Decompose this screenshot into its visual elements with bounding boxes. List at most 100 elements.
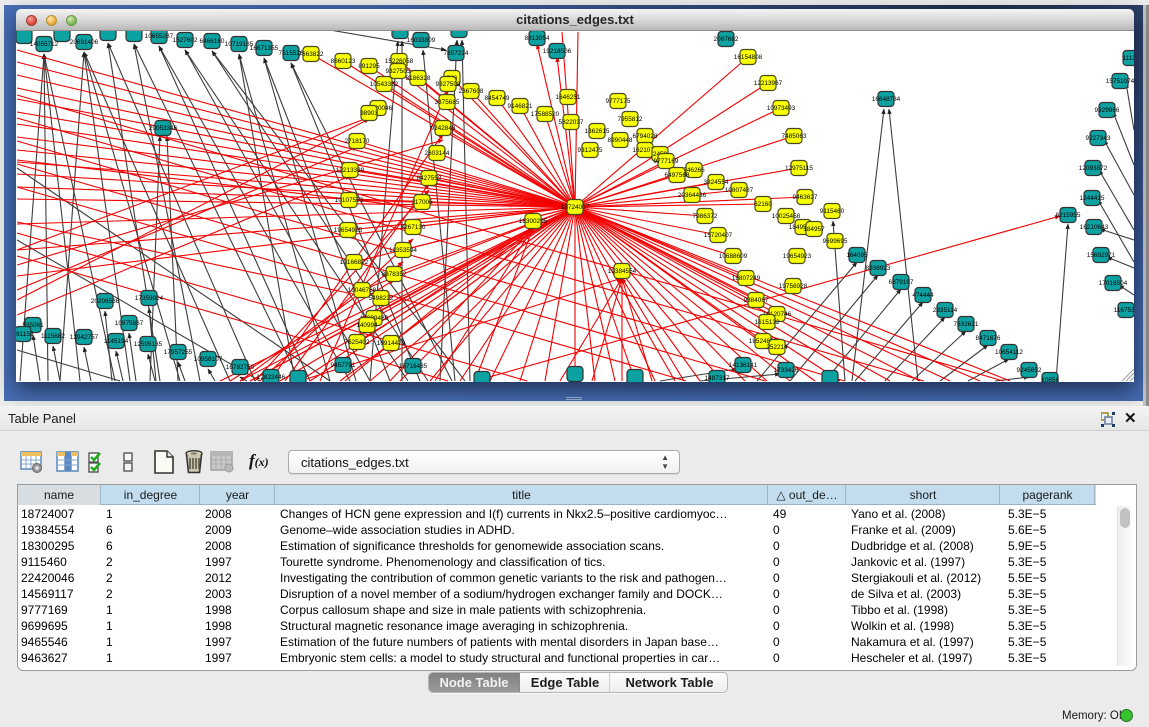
svg-text:7663822: 7663822 bbox=[299, 51, 324, 58]
svg-text:2603144: 2603144 bbox=[425, 150, 450, 157]
svg-text:20691406: 20691406 bbox=[70, 39, 99, 46]
svg-text:1615132: 1615132 bbox=[755, 319, 780, 326]
svg-text:8471676: 8471676 bbox=[976, 335, 1001, 342]
svg-text:7857224: 7857224 bbox=[444, 50, 469, 57]
svg-text:8660123: 8660123 bbox=[331, 58, 356, 65]
svg-text:16210643: 16210643 bbox=[1080, 224, 1109, 231]
svg-text:1145194: 1145194 bbox=[104, 338, 129, 345]
svg-text:19654923: 19654923 bbox=[783, 253, 812, 260]
svg-text:16033809: 16033809 bbox=[407, 37, 436, 44]
svg-text:6879197: 6879197 bbox=[889, 279, 914, 286]
svg-text:9777169: 9777169 bbox=[654, 158, 679, 165]
svg-text:10807487: 10807487 bbox=[725, 187, 754, 194]
svg-text:16648784: 16648784 bbox=[872, 96, 901, 103]
svg-text:8990448: 8990448 bbox=[608, 137, 633, 144]
svg-text:19384554: 19384554 bbox=[608, 268, 637, 275]
svg-text:8878352: 8878352 bbox=[382, 271, 407, 278]
svg-text:9115460: 9115460 bbox=[820, 208, 845, 215]
svg-text:1527602: 1527602 bbox=[173, 37, 198, 44]
svg-text:98903: 98903 bbox=[360, 110, 378, 117]
svg-text:17588520: 17588520 bbox=[531, 111, 560, 118]
svg-text:20364436: 20364436 bbox=[678, 192, 707, 199]
svg-text:62160: 62160 bbox=[754, 201, 772, 208]
svg-text:15720407: 15720407 bbox=[704, 232, 733, 239]
svg-text:474444: 474444 bbox=[912, 292, 934, 299]
svg-text:12942757: 12942757 bbox=[70, 334, 99, 341]
svg-text:2087682: 2087682 bbox=[714, 36, 739, 43]
svg-text:9327505: 9327505 bbox=[386, 68, 411, 75]
svg-text:164095: 164095 bbox=[846, 252, 868, 259]
svg-text:19218506: 19218506 bbox=[543, 48, 572, 55]
svg-text:8215955: 8215955 bbox=[1056, 212, 1081, 219]
svg-text:9242848: 9242848 bbox=[431, 125, 456, 132]
svg-text:7632621: 7632621 bbox=[954, 321, 979, 328]
svg-text:10543382: 10543382 bbox=[370, 81, 399, 88]
svg-text:7986372: 7986372 bbox=[693, 213, 718, 220]
svg-text:252214: 252214 bbox=[766, 344, 788, 351]
svg-text:9699695: 9699695 bbox=[823, 238, 848, 245]
svg-text:12975115: 12975115 bbox=[785, 165, 813, 172]
svg-text:184957: 184957 bbox=[803, 226, 825, 233]
svg-text:9884067: 9884067 bbox=[744, 297, 769, 304]
svg-text:1244415: 1244415 bbox=[1080, 195, 1105, 202]
svg-text:8427552: 8427552 bbox=[417, 175, 442, 182]
svg-text:9457791: 9457791 bbox=[331, 362, 356, 369]
svg-text:2367608: 2367608 bbox=[459, 88, 484, 95]
svg-text:8267130: 8267130 bbox=[401, 224, 426, 231]
svg-text:18300295: 18300295 bbox=[519, 218, 548, 225]
svg-text:1733426: 1733426 bbox=[774, 367, 799, 374]
svg-text:6497568: 6497568 bbox=[665, 172, 690, 179]
svg-text:2935114: 2935114 bbox=[933, 307, 958, 314]
svg-text:5498222: 5498222 bbox=[369, 295, 394, 302]
svg-text:12213389: 12213389 bbox=[336, 167, 365, 174]
svg-text:19166822: 19166822 bbox=[340, 259, 369, 266]
svg-text:9327508: 9327508 bbox=[436, 81, 461, 88]
svg-text:18724007: 18724007 bbox=[561, 204, 590, 211]
svg-text:16914479: 16914479 bbox=[377, 340, 406, 347]
svg-text:19654925: 19654925 bbox=[334, 227, 363, 234]
svg-text:9777175: 9777175 bbox=[606, 98, 631, 105]
svg-text:16671355: 16671355 bbox=[250, 45, 279, 52]
svg-text:11353594: 11353594 bbox=[389, 247, 417, 254]
svg-text:5822037: 5822037 bbox=[559, 119, 584, 126]
svg-text:2718170: 2718170 bbox=[345, 138, 370, 145]
svg-text:17957255: 17957255 bbox=[164, 349, 193, 356]
svg-text:317006: 317006 bbox=[411, 199, 433, 206]
svg-text:29053346: 29053346 bbox=[149, 125, 178, 132]
svg-text:391159: 391159 bbox=[16, 331, 34, 338]
svg-text:7485063: 7485063 bbox=[782, 133, 807, 140]
svg-text:1646251: 1646251 bbox=[556, 94, 581, 101]
svg-text:17016504: 17016504 bbox=[1099, 280, 1128, 287]
svg-text:10025458: 10025458 bbox=[772, 213, 801, 220]
svg-text:10654112: 10654112 bbox=[995, 349, 1023, 356]
svg-text:7625402: 7625402 bbox=[345, 339, 370, 346]
svg-text:15692971: 15692971 bbox=[1087, 252, 1116, 259]
svg-text:9146821: 9146821 bbox=[508, 103, 533, 110]
svg-text:9463627: 9463627 bbox=[793, 194, 818, 201]
svg-text:10958107: 10958107 bbox=[194, 356, 223, 363]
svg-text:8938923: 8938923 bbox=[866, 265, 891, 272]
svg-text:6794028: 6794028 bbox=[633, 133, 658, 140]
svg-text:8454749: 8454749 bbox=[485, 95, 510, 102]
svg-text:9227343: 9227343 bbox=[1086, 135, 1111, 142]
svg-text:3824554: 3824554 bbox=[704, 179, 729, 186]
svg-text:10656: 10656 bbox=[1041, 377, 1059, 382]
svg-text:1167534: 1167534 bbox=[1114, 307, 1134, 314]
svg-text:3375685: 3375685 bbox=[435, 99, 460, 106]
svg-text:9329966: 9329966 bbox=[1095, 107, 1120, 114]
svg-text:8813054: 8813054 bbox=[525, 35, 550, 42]
svg-text:14136141: 14136141 bbox=[729, 362, 758, 369]
svg-text:18807249: 18807249 bbox=[732, 275, 761, 282]
svg-text:15716485: 15716485 bbox=[399, 363, 428, 370]
svg-text:17359924: 17359924 bbox=[135, 295, 164, 302]
svg-text:140994: 140994 bbox=[356, 322, 378, 329]
svg-text:10046768: 10046768 bbox=[348, 287, 377, 294]
svg-text:10107553: 10107553 bbox=[335, 197, 364, 204]
svg-text:1487317: 1487317 bbox=[705, 375, 730, 382]
svg-text:9312475: 9312475 bbox=[578, 147, 603, 154]
svg-text:14055712: 14055712 bbox=[30, 41, 59, 48]
svg-text:19756928: 19756928 bbox=[779, 283, 808, 290]
svg-text:16782759: 16782759 bbox=[226, 364, 255, 371]
svg-text:11127: 11127 bbox=[1123, 55, 1134, 62]
svg-text:12505135: 12505135 bbox=[134, 341, 163, 348]
